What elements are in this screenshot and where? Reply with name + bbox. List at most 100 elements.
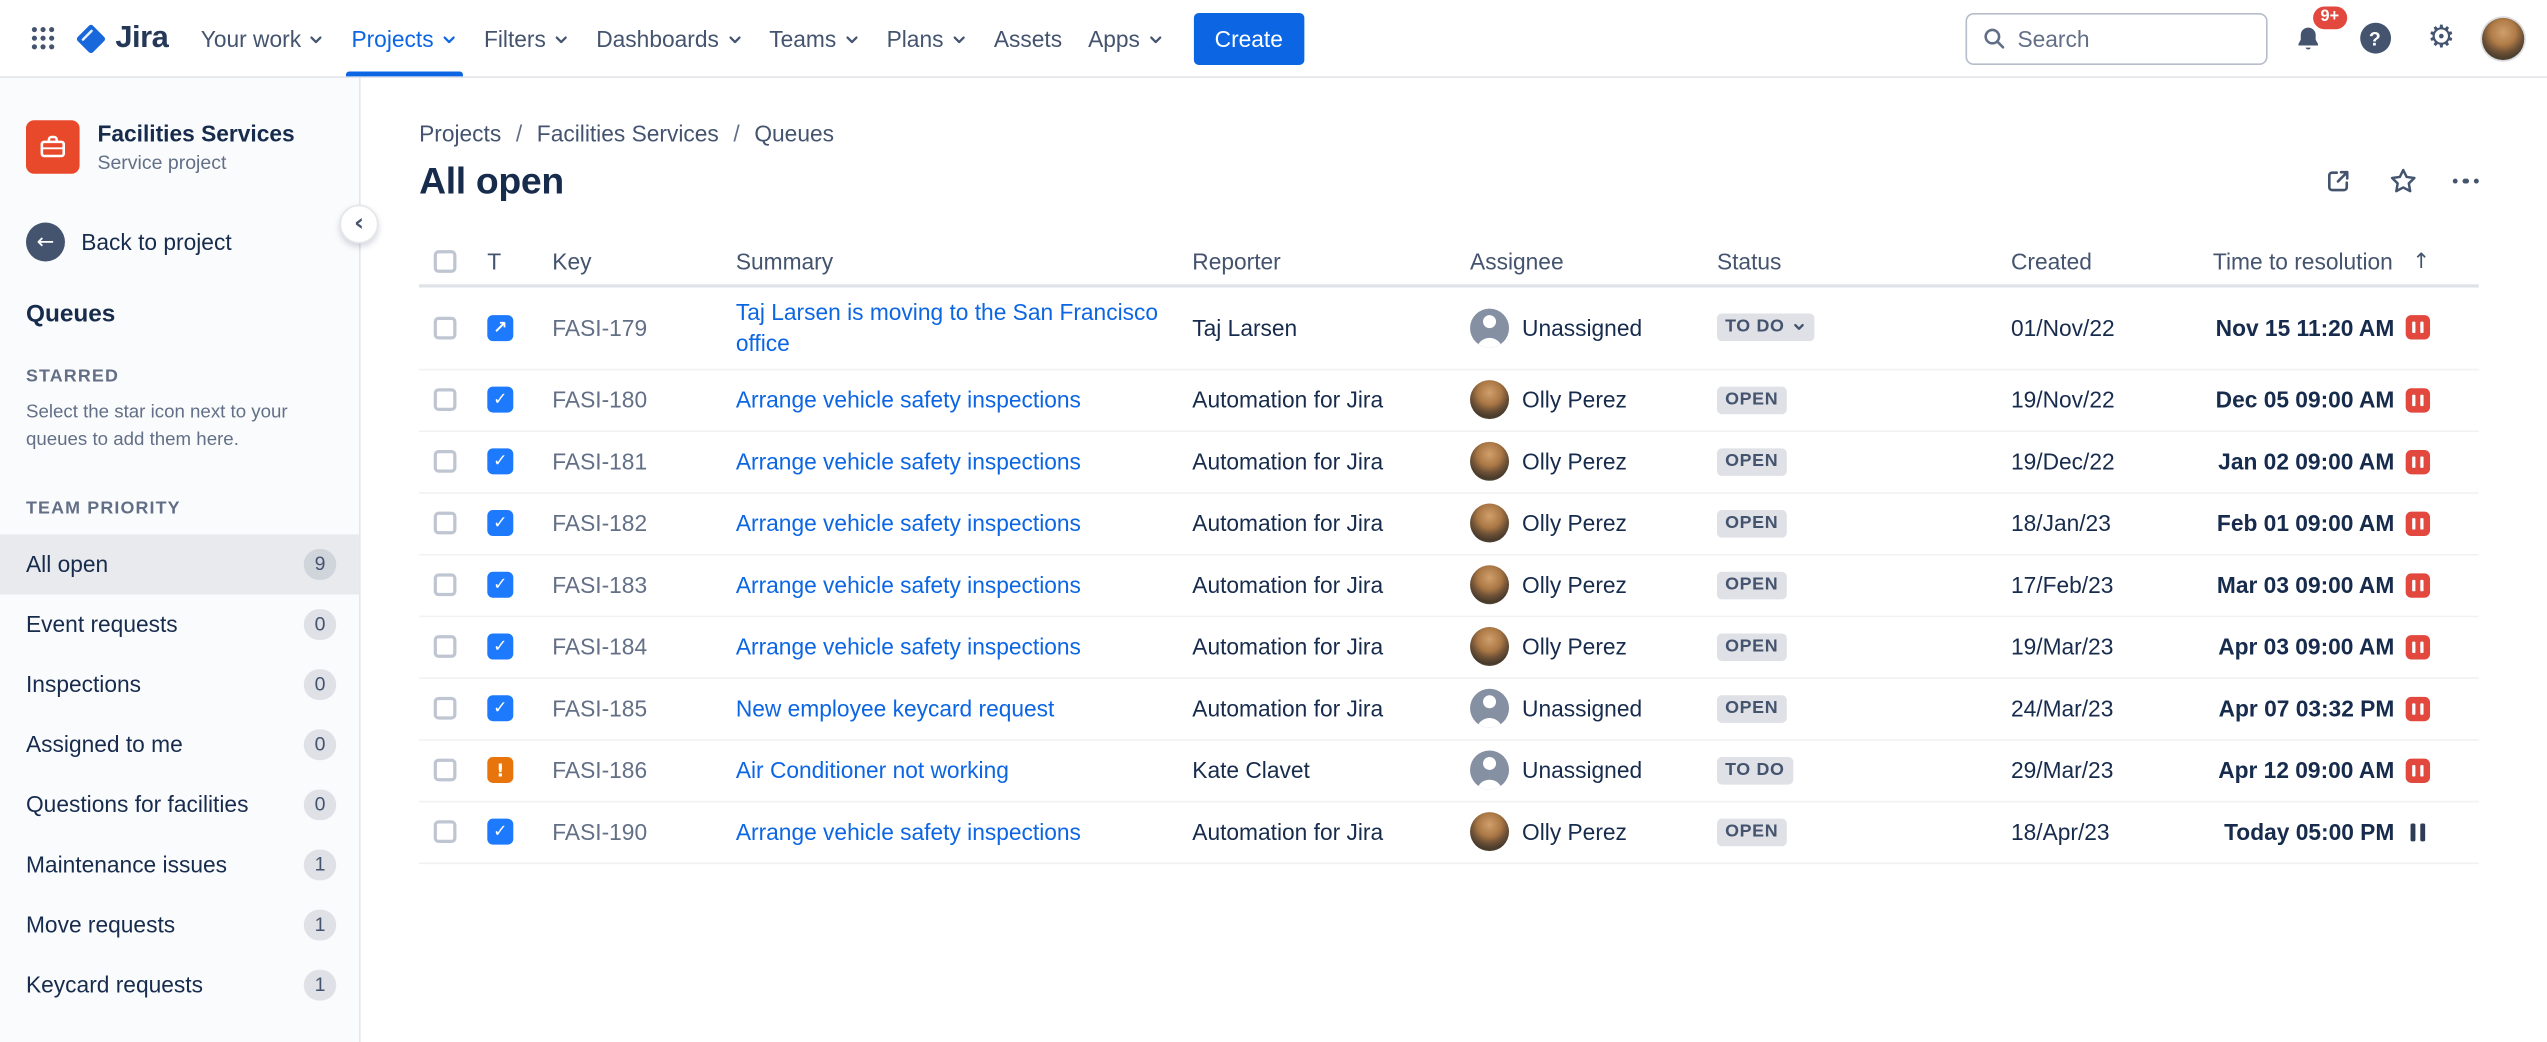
issue-key: FASI-190 — [552, 819, 647, 845]
status-lozenge[interactable]: TO DO — [1717, 314, 1814, 342]
status-lozenge[interactable]: OPEN — [1717, 448, 1786, 476]
assignee-name: Olly Perez — [1522, 449, 1627, 475]
settings-button[interactable]: ⚙ — [2415, 12, 2467, 64]
assignee-avatar — [1470, 689, 1509, 728]
issue-key: FASI-186 — [552, 757, 647, 783]
queue-item-inspections[interactable]: Inspections 0 — [0, 654, 359, 714]
issue-summary-link[interactable]: Arrange vehicle safety inspections — [736, 632, 1081, 663]
status-label: OPEN — [1725, 700, 1778, 718]
topnav-item-your-work[interactable]: Your work — [188, 0, 339, 76]
jira-logo[interactable]: Jira — [75, 20, 169, 56]
row-checkbox[interactable] — [434, 389, 457, 412]
column-header-type[interactable]: T — [481, 249, 552, 275]
search-input[interactable] — [2017, 25, 2251, 51]
topnav-item-dashboards[interactable]: Dashboards — [583, 0, 756, 76]
row-checkbox[interactable] — [434, 759, 457, 782]
star-button[interactable] — [2387, 166, 2418, 197]
time-to-resolution-value: Dec 05 09:00 AM — [2216, 387, 2395, 413]
issue-summary-link[interactable]: Air Conditioner not working — [736, 755, 1009, 786]
issue-summary-link[interactable]: Arrange vehicle safety inspections — [736, 446, 1081, 477]
topnav-item-label: Dashboards — [596, 25, 719, 51]
queue-item-maintenance-issues[interactable]: Maintenance issues 1 — [0, 834, 359, 894]
row-checkbox[interactable] — [434, 697, 457, 720]
issue-summary-link[interactable]: Taj Larsen is moving to the San Francisc… — [736, 297, 1163, 358]
row-checkbox[interactable] — [434, 450, 457, 473]
row-checkbox[interactable] — [434, 574, 457, 597]
status-lozenge[interactable]: TO DO — [1717, 757, 1793, 785]
page-actions — [2322, 166, 2479, 197]
queue-item-assigned-to-me[interactable]: Assigned to me 0 — [0, 714, 359, 774]
queue-count-badge: 0 — [304, 608, 336, 639]
row-checkbox[interactable] — [434, 821, 457, 844]
table-row: FASI-180 Arrange vehicle safety inspecti… — [419, 370, 2479, 432]
notification-badge: 9+ — [2312, 6, 2347, 29]
issue-key: FASI-184 — [552, 634, 647, 660]
back-to-project[interactable]: Back to project — [26, 223, 333, 262]
topnav-item-teams[interactable]: Teams — [756, 0, 873, 76]
row-checkbox[interactable] — [434, 317, 457, 340]
help-button[interactable] — [2349, 12, 2401, 64]
assignee-name: Olly Perez — [1522, 819, 1627, 845]
issue-summary-link[interactable]: Arrange vehicle safety inspections — [736, 385, 1081, 416]
queue-item-all-open[interactable]: All open 9 — [0, 534, 359, 594]
sla-icon — [2406, 758, 2430, 782]
create-button[interactable]: Create — [1194, 12, 1305, 64]
sla-icon — [2406, 388, 2430, 412]
time-to-resolution-value: Jan 02 09:00 AM — [2218, 449, 2394, 475]
queue-item-move-requests[interactable]: Move requests 1 — [0, 894, 359, 954]
queue-item-event-requests[interactable]: Event requests 0 — [0, 594, 359, 654]
sla-icon — [2406, 820, 2430, 844]
assignee-name: Olly Perez — [1522, 572, 1627, 598]
notifications-button[interactable]: 9+ — [2282, 12, 2334, 64]
assignee-name: Unassigned — [1522, 757, 1642, 783]
issue-summary-link[interactable]: Arrange vehicle safety inspections — [736, 570, 1081, 601]
column-header-reporter[interactable]: Reporter — [1192, 249, 1470, 275]
queue-item-questions-for-facilities[interactable]: Questions for facilities 0 — [0, 774, 359, 834]
row-checkbox[interactable] — [434, 512, 457, 535]
issue-summary-link[interactable]: New employee keycard request — [736, 693, 1055, 724]
topnav-item-plans[interactable]: Plans — [874, 0, 981, 76]
reporter-name: Kate Clavet — [1192, 757, 1310, 783]
select-all-checkbox[interactable] — [434, 250, 457, 273]
search-box[interactable] — [1965, 12, 2267, 64]
assignee-avatar — [1470, 813, 1509, 852]
queue-item-keycard-requests[interactable]: Keycard requests 1 — [0, 954, 359, 1014]
column-header-key[interactable]: Key — [552, 249, 736, 275]
row-checkbox[interactable] — [434, 636, 457, 659]
issue-summary-link[interactable]: Arrange vehicle safety inspections — [736, 817, 1081, 848]
status-lozenge[interactable]: OPEN — [1717, 818, 1786, 846]
column-header-summary[interactable]: Summary — [736, 249, 1192, 275]
status-lozenge[interactable]: OPEN — [1717, 510, 1786, 538]
status-lozenge[interactable]: OPEN — [1717, 695, 1786, 723]
more-actions-button[interactable] — [2452, 172, 2479, 191]
table-row: FASI-183 Arrange vehicle safety inspecti… — [419, 555, 2479, 617]
status-lozenge[interactable]: OPEN — [1717, 386, 1786, 414]
project-name: Facilities Services — [97, 121, 294, 149]
issue-type-icon — [487, 757, 513, 783]
user-avatar[interactable] — [2482, 17, 2524, 59]
status-chevron-icon — [1791, 321, 1806, 336]
column-header-status[interactable]: Status — [1717, 249, 2011, 275]
column-header-time-to-resolution[interactable]: Time to resolution ↑ — [2193, 249, 2476, 275]
status-label: TO DO — [1725, 319, 1785, 337]
queue-item-label: Event requests — [26, 611, 178, 637]
breadcrumb-item-projects[interactable]: Projects — [419, 120, 501, 146]
table-header: T Key Summary Reporter Assignee Status C… — [419, 239, 2479, 288]
queue-count-badge: 0 — [304, 729, 336, 760]
column-header-assignee[interactable]: Assignee — [1470, 249, 1717, 275]
topnav-item-assets[interactable]: Assets — [981, 0, 1075, 76]
status-lozenge[interactable]: OPEN — [1717, 571, 1786, 599]
issue-summary-link[interactable]: Arrange vehicle safety inspections — [736, 508, 1081, 539]
time-to-resolution-value: Feb 01 09:00 AM — [2217, 511, 2394, 537]
breadcrumb-item-queues[interactable]: Queues — [754, 120, 834, 146]
created-date: 18/Jan/23 — [2011, 511, 2111, 537]
status-lozenge[interactable]: OPEN — [1717, 633, 1786, 661]
breadcrumb-item-facilities-services[interactable]: Facilities Services — [537, 120, 719, 146]
share-export-button[interactable] — [2322, 166, 2353, 197]
app-switcher-button[interactable] — [16, 12, 68, 64]
topnav-item-projects[interactable]: Projects — [338, 0, 471, 76]
sidebar-collapse-button[interactable] — [339, 205, 378, 244]
topnav-item-apps[interactable]: Apps — [1075, 0, 1177, 76]
topnav-item-filters[interactable]: Filters — [471, 0, 583, 76]
column-header-created[interactable]: Created — [2011, 249, 2193, 275]
